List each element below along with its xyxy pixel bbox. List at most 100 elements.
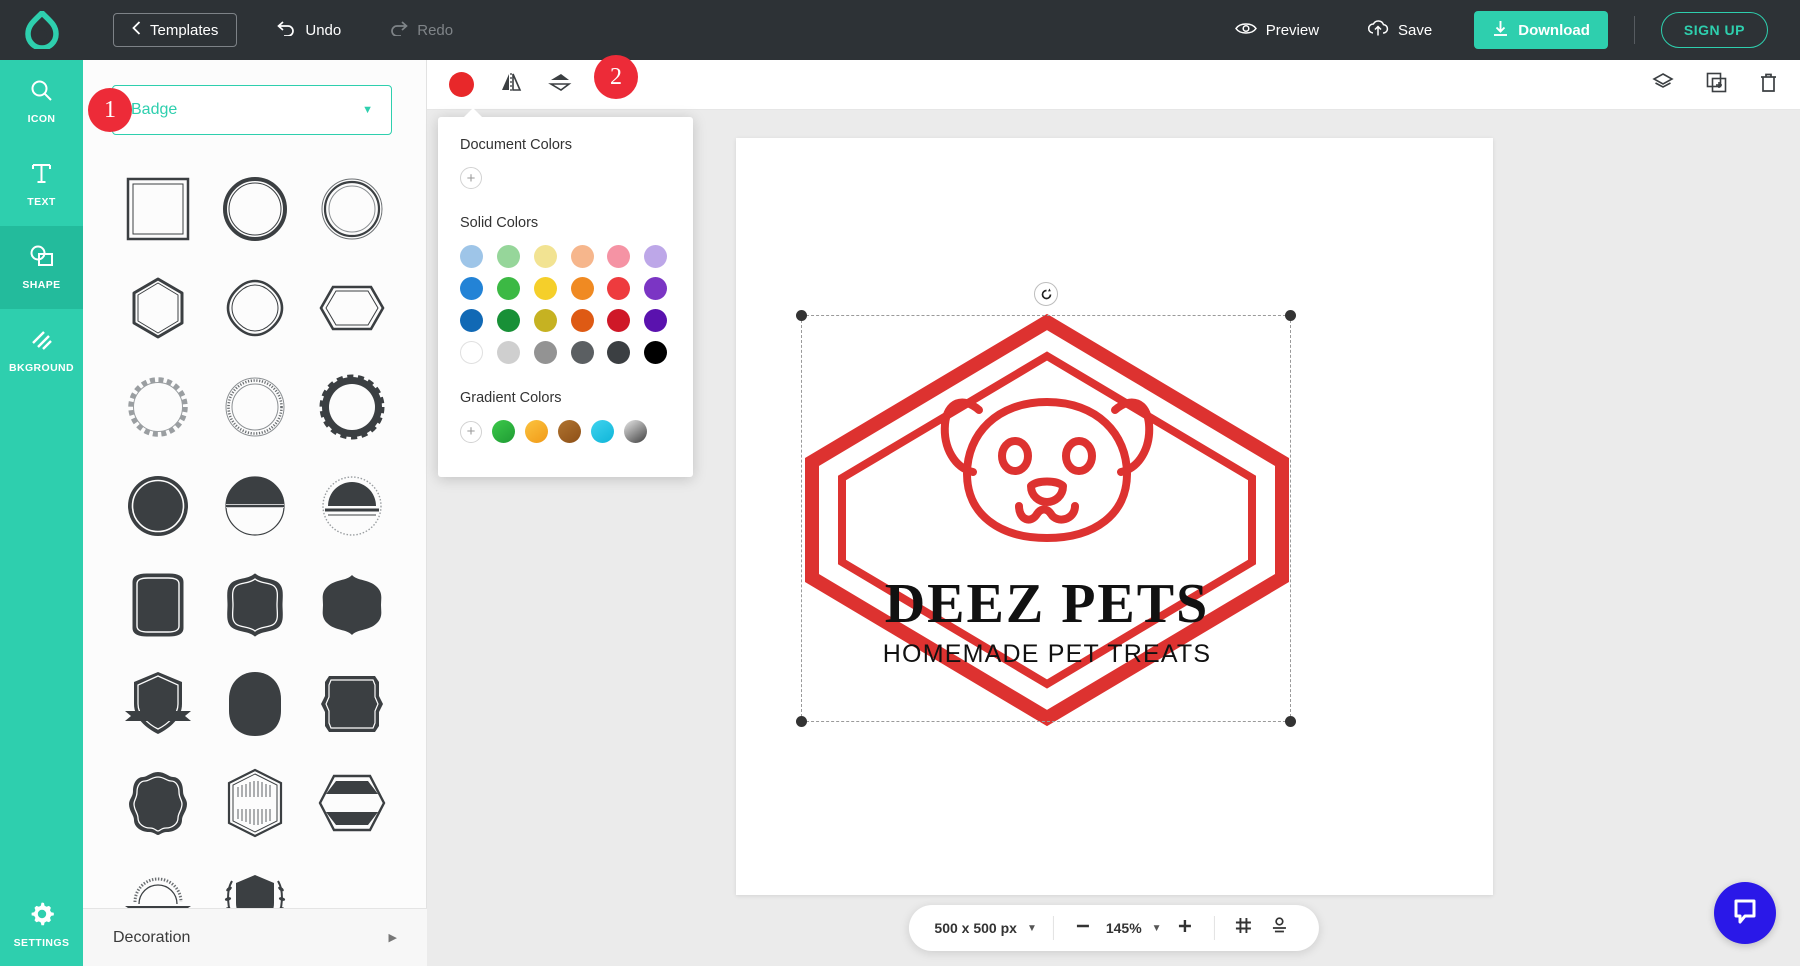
gradient-swatch-1[interactable] bbox=[525, 420, 548, 443]
shape-item-hexagon-hatch[interactable] bbox=[206, 755, 303, 850]
layers-button[interactable] bbox=[1652, 72, 1674, 97]
selection-handle-bottom-right[interactable] bbox=[1285, 716, 1296, 727]
solid-swatch-4[interactable] bbox=[607, 245, 630, 268]
solid-swatch-2[interactable] bbox=[534, 245, 557, 268]
shape-item-circle-ring[interactable] bbox=[206, 161, 303, 256]
shape-item-hexagon-banded[interactable] bbox=[304, 755, 401, 850]
gear-icon bbox=[29, 901, 55, 932]
shape-item-square-frame[interactable] bbox=[109, 161, 206, 256]
solid-swatch-12[interactable] bbox=[460, 309, 483, 332]
add-gradient-color-button[interactable]: + bbox=[460, 421, 482, 443]
text-t-icon bbox=[29, 161, 54, 191]
layers-icon bbox=[1652, 72, 1674, 97]
shape-item-half-arch-circle[interactable] bbox=[304, 458, 401, 553]
download-button[interactable]: Download bbox=[1474, 11, 1608, 49]
canvas-toolbar-right bbox=[1652, 72, 1778, 98]
gradient-swatch-4[interactable] bbox=[624, 420, 647, 443]
top-right-actions: Preview Save Download bbox=[1229, 0, 1800, 60]
zoom-in-button[interactable] bbox=[1172, 915, 1198, 941]
duplicate-button[interactable] bbox=[1706, 72, 1727, 98]
add-document-color-button[interactable]: + bbox=[460, 167, 482, 189]
droplet-logo-icon[interactable] bbox=[0, 0, 83, 60]
redo-button[interactable]: Redo bbox=[383, 0, 459, 60]
shape-item-shield-ribbon[interactable] bbox=[109, 656, 206, 751]
undo-button[interactable]: Undo bbox=[271, 0, 347, 60]
sidebar-item-bkground[interactable]: BKGROUND bbox=[0, 309, 83, 392]
sidebar-item-shape[interactable]: SHAPE bbox=[0, 226, 83, 309]
templates-button[interactable]: Templates bbox=[113, 13, 237, 47]
fill-color-swatch-button[interactable] bbox=[449, 72, 474, 97]
shape-item-dotted-circle[interactable] bbox=[206, 359, 303, 454]
solid-swatch-21[interactable] bbox=[571, 341, 594, 364]
gradient-swatch-2[interactable] bbox=[558, 420, 581, 443]
delete-button[interactable] bbox=[1759, 72, 1778, 98]
solid-swatch-9[interactable] bbox=[571, 277, 594, 300]
shape-item-hexagon-round[interactable] bbox=[109, 260, 206, 355]
solid-swatch-1[interactable] bbox=[497, 245, 520, 268]
solid-swatch-8[interactable] bbox=[534, 277, 557, 300]
solid-swatch-13[interactable] bbox=[497, 309, 520, 332]
shape-item-hexagon-wide[interactable] bbox=[304, 260, 401, 355]
annotation-marker-1: 1 bbox=[88, 88, 132, 132]
preview-button[interactable]: Preview bbox=[1229, 0, 1325, 60]
solid-swatch-17[interactable] bbox=[644, 309, 667, 332]
solid-swatch-11[interactable] bbox=[644, 277, 667, 300]
rotate-handle-icon[interactable] bbox=[1034, 282, 1058, 306]
selection-handle-bottom-left[interactable] bbox=[796, 716, 807, 727]
shape-item-circle-double-ring[interactable] bbox=[304, 161, 401, 256]
plus-icon bbox=[1177, 918, 1193, 939]
shape-item-rounded-clover-frame[interactable] bbox=[109, 755, 206, 850]
redo-arrow-icon bbox=[389, 20, 408, 40]
solid-swatch-23[interactable] bbox=[644, 341, 667, 364]
chat-widget-button[interactable] bbox=[1714, 882, 1776, 944]
sidebar-item-settings[interactable]: SETTINGS bbox=[0, 883, 83, 966]
solid-swatch-3[interactable] bbox=[571, 245, 594, 268]
signup-button[interactable]: SIGN UP bbox=[1661, 12, 1768, 48]
gradient-swatch-3[interactable] bbox=[591, 420, 614, 443]
shape-item-oval-solid[interactable] bbox=[206, 656, 303, 751]
shape-item-scallop-circle[interactable] bbox=[109, 359, 206, 454]
templates-label: Templates bbox=[150, 22, 218, 39]
chevron-down-icon[interactable]: ▼ bbox=[1152, 923, 1162, 934]
solid-swatch-22[interactable] bbox=[607, 341, 630, 364]
grid-toggle-button[interactable] bbox=[1231, 915, 1257, 941]
solid-swatch-15[interactable] bbox=[571, 309, 594, 332]
snap-align-icon bbox=[1270, 916, 1289, 940]
solid-swatch-10[interactable] bbox=[607, 277, 630, 300]
selection-box[interactable] bbox=[801, 315, 1291, 722]
solid-swatch-20[interactable] bbox=[534, 341, 557, 364]
solid-swatch-18[interactable] bbox=[460, 341, 483, 364]
sidebar-item-icon[interactable]: ICON bbox=[0, 60, 83, 143]
shape-item-half-fill-circle[interactable] bbox=[206, 458, 303, 553]
solid-swatch-7[interactable] bbox=[497, 277, 520, 300]
solid-swatch-16[interactable] bbox=[607, 309, 630, 332]
canvas-size-select[interactable]: 500 x 500 px ▼ bbox=[918, 920, 1052, 936]
shape-item-oval-ornate-frame[interactable] bbox=[304, 557, 401, 652]
snap-align-button[interactable] bbox=[1267, 915, 1293, 941]
selection-handle-top-right[interactable] bbox=[1285, 310, 1296, 321]
solid-swatch-6[interactable] bbox=[460, 277, 483, 300]
solid-swatch-5[interactable] bbox=[644, 245, 667, 268]
flip-vertical-button[interactable] bbox=[548, 72, 572, 97]
shape-item-quatrefoil-frame[interactable] bbox=[206, 557, 303, 652]
shape-item-filled-circle-ring[interactable] bbox=[109, 458, 206, 553]
shape-category-select[interactable]: Badge ▼ bbox=[112, 85, 392, 135]
zoom-out-button[interactable] bbox=[1070, 915, 1096, 941]
sidebar-item-text[interactable]: TEXT bbox=[0, 143, 83, 226]
solid-swatch-14[interactable] bbox=[534, 309, 557, 332]
app-root: Templates Undo Redo bbox=[0, 0, 1800, 966]
shape-item-gear-circle[interactable] bbox=[304, 359, 401, 454]
save-button[interactable]: Save bbox=[1361, 0, 1438, 60]
sidebar-item-settings-label: SETTINGS bbox=[14, 937, 70, 949]
shape-list[interactable] bbox=[83, 157, 427, 966]
shape-item-square-ornate-solid[interactable] bbox=[304, 656, 401, 751]
shape-item-rect-ornate-frame[interactable] bbox=[109, 557, 206, 652]
gradient-swatch-0[interactable] bbox=[492, 420, 515, 443]
shape-item-barrel-diamond[interactable] bbox=[206, 260, 303, 355]
solid-swatch-0[interactable] bbox=[460, 245, 483, 268]
flip-horizontal-button[interactable] bbox=[500, 72, 522, 97]
decoration-section-button[interactable]: Decoration ▶ bbox=[83, 908, 427, 966]
selection-handle-top-left[interactable] bbox=[796, 310, 807, 321]
decoration-label: Decoration bbox=[113, 929, 190, 947]
solid-swatch-19[interactable] bbox=[497, 341, 520, 364]
